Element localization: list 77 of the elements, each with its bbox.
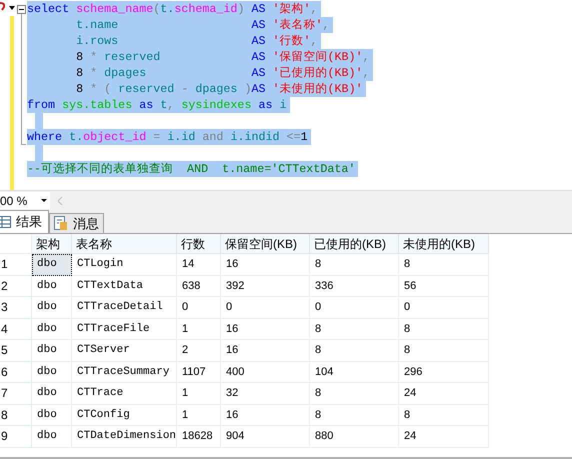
table-cell: dbo — [32, 297, 72, 318]
table-cell: 336 — [310, 276, 399, 297]
table-cell: CTConfig — [72, 404, 177, 426]
table-cell: CTLogin — [72, 254, 177, 276]
row-number[interactable]: 3 — [0, 297, 32, 318]
table-cell: 8 — [399, 254, 489, 276]
table-cell: 0 — [399, 297, 489, 318]
dropdown-arrow-icon — [41, 199, 47, 202]
row-number[interactable]: 2 — [0, 276, 32, 297]
table-cell: 8 — [399, 318, 489, 340]
grid-icon — [0, 216, 11, 228]
zoom-dropdown[interactable]: 00 % — [0, 192, 50, 209]
table-cell: 400 — [221, 362, 310, 383]
table-cell: dbo — [32, 426, 72, 448]
row-number[interactable]: 8 — [0, 404, 32, 426]
row-number[interactable]: 7 — [0, 383, 32, 404]
table-cell: 0 — [177, 297, 221, 318]
results-tab[interactable]: 消息 — [49, 213, 104, 233]
table-cell: 1 — [177, 318, 221, 340]
table-cell: CTTraceSummary — [72, 362, 177, 383]
column-header[interactable]: 行数 — [177, 234, 221, 254]
table-cell: 104 — [310, 362, 399, 383]
table-cell: 8 — [399, 340, 489, 362]
table-cell: 8 — [310, 318, 399, 340]
dropdown-arrow-icon[interactable] — [9, 6, 15, 10]
table-cell: CTDateDimension — [72, 426, 177, 448]
table-cell: 904 — [221, 426, 310, 448]
row-number[interactable]: 4 — [0, 318, 32, 340]
table-cell: 32 — [221, 383, 310, 404]
column-header[interactable]: 未使用的(KB) — [399, 234, 489, 254]
column-header[interactable]: 架构 — [32, 234, 72, 254]
table-cell: 16 — [221, 340, 310, 362]
table-cell: 8 — [310, 383, 399, 404]
table-cell: 0 — [310, 297, 399, 318]
collapse-icon[interactable] — [17, 5, 26, 14]
table-cell: 14 — [177, 254, 221, 276]
table-cell: CTServer — [72, 340, 177, 362]
column-header[interactable]: 保留空间(KB) — [221, 234, 310, 254]
table-cell: 1107 — [177, 362, 221, 383]
table-cell: 24 — [399, 383, 489, 404]
table-cell: 8 — [310, 404, 399, 426]
table-cell: 8 — [310, 254, 399, 276]
column-header[interactable]: 已使用的(KB) — [310, 234, 399, 254]
table-cell: CTTextData — [72, 276, 177, 297]
table-cell: dbo — [32, 276, 72, 297]
table-cell: 392 — [221, 276, 310, 297]
document-icon — [54, 216, 68, 231]
table-cell: CTTraceDetail — [72, 297, 177, 318]
table-cell: 296 — [399, 362, 489, 383]
table-cell: 56 — [399, 276, 489, 297]
row-number[interactable]: 5 — [0, 340, 32, 362]
table-cell: 16 — [221, 318, 310, 340]
table-cell: dbo — [32, 362, 72, 383]
table-cell: dbo — [32, 340, 72, 362]
table-cell: CTTrace — [72, 383, 177, 404]
table-cell: dbo — [32, 318, 72, 340]
table-cell: 18628 — [177, 426, 221, 448]
row-number[interactable]: 6 — [0, 362, 32, 383]
table-cell: dbo — [32, 404, 72, 426]
table-cell: dbo — [32, 383, 72, 404]
table-cell: 2 — [177, 340, 221, 362]
table-cell: 16 — [221, 254, 310, 276]
row-number[interactable]: 1 — [0, 254, 32, 276]
table-cell: 638 — [177, 276, 221, 297]
results-tab[interactable]: 结果 — [0, 210, 49, 233]
table-cell: 16 — [221, 404, 310, 426]
table-cell: 880 — [310, 426, 399, 448]
table-cell: 8 — [310, 340, 399, 362]
table-cell: 24 — [399, 426, 489, 448]
table-cell: 0 — [221, 297, 310, 318]
table-cell: 8 — [399, 404, 489, 426]
table-cell: 1 — [177, 404, 221, 426]
table-cell: dbo — [32, 254, 72, 276]
table-cell: CTTraceFile — [72, 318, 177, 340]
table-cell: 1 — [177, 383, 221, 404]
column-header[interactable]: 表名称 — [72, 234, 177, 254]
row-number[interactable]: 9 — [0, 426, 32, 448]
